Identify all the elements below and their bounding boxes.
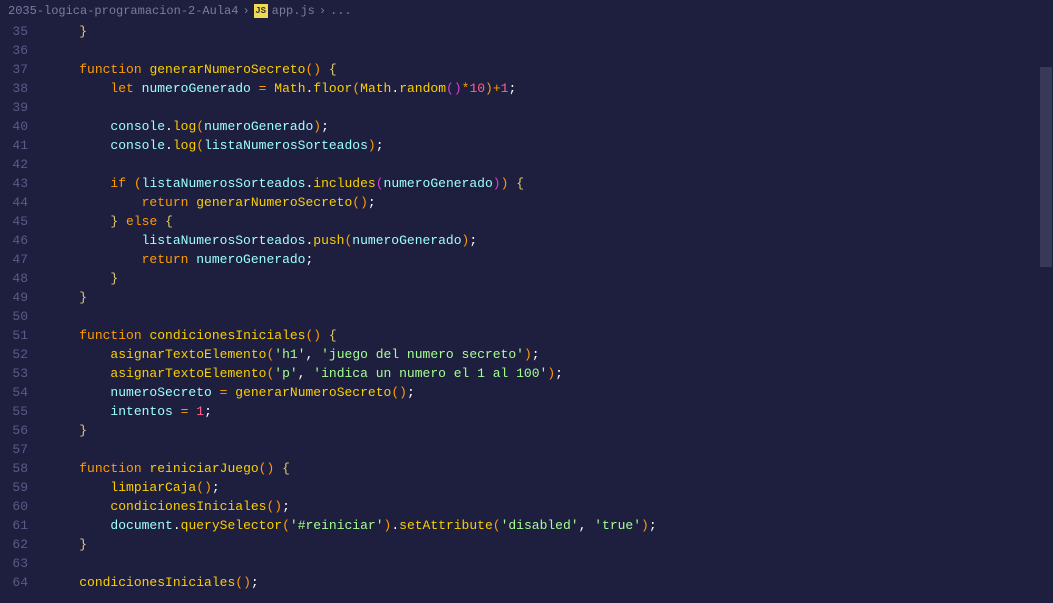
code-line[interactable]: let numeroGenerado = Math.floor(Math.ran… — [48, 79, 1053, 98]
line-number: 53 — [0, 364, 28, 383]
scrollbar-thumb[interactable] — [1040, 67, 1052, 267]
line-number: 47 — [0, 250, 28, 269]
code-line[interactable]: numeroSecreto = generarNumeroSecreto(); — [48, 383, 1053, 402]
line-number: 40 — [0, 117, 28, 136]
line-number: 55 — [0, 402, 28, 421]
code-line[interactable]: console.log(numeroGenerado); — [48, 117, 1053, 136]
line-number: 56 — [0, 421, 28, 440]
line-number: 60 — [0, 497, 28, 516]
line-number: 61 — [0, 516, 28, 535]
code-line[interactable] — [48, 307, 1053, 326]
breadcrumb[interactable]: 2035-logica-programacion-2-Aula4 › JS ap… — [0, 0, 1053, 22]
chevron-right-icon: › — [242, 4, 249, 18]
vertical-scrollbar[interactable] — [1039, 22, 1053, 603]
line-number: 43 — [0, 174, 28, 193]
code-line[interactable]: } — [48, 22, 1053, 41]
line-number: 54 — [0, 383, 28, 402]
code-line[interactable]: asignarTextoElemento('h1', 'juego del nu… — [48, 345, 1053, 364]
line-number-gutter: 3536373839404142434445464748495051525354… — [0, 22, 42, 603]
code-line[interactable]: } — [48, 421, 1053, 440]
code-line[interactable]: function condicionesIniciales() { — [48, 326, 1053, 345]
line-number: 45 — [0, 212, 28, 231]
code-line[interactable]: document.querySelector('#reiniciar').set… — [48, 516, 1053, 535]
line-number: 37 — [0, 60, 28, 79]
line-number: 44 — [0, 193, 28, 212]
breadcrumb-ellipsis[interactable]: ... — [330, 4, 352, 18]
code-line[interactable]: function generarNumeroSecreto() { — [48, 60, 1053, 79]
line-number: 41 — [0, 136, 28, 155]
line-number: 39 — [0, 98, 28, 117]
line-number: 35 — [0, 22, 28, 41]
code-line[interactable]: asignarTextoElemento('p', 'indica un num… — [48, 364, 1053, 383]
line-number: 52 — [0, 345, 28, 364]
js-file-icon: JS — [254, 4, 268, 18]
code-line[interactable]: intentos = 1; — [48, 402, 1053, 421]
code-line[interactable]: condicionesIniciales(); — [48, 573, 1053, 592]
line-number: 36 — [0, 41, 28, 60]
code-line[interactable] — [48, 440, 1053, 459]
code-line[interactable] — [48, 98, 1053, 117]
code-line[interactable] — [48, 155, 1053, 174]
breadcrumb-folder[interactable]: 2035-logica-programacion-2-Aula4 — [8, 4, 238, 18]
line-number: 49 — [0, 288, 28, 307]
line-number: 38 — [0, 79, 28, 98]
line-number: 51 — [0, 326, 28, 345]
code-line[interactable] — [48, 554, 1053, 573]
breadcrumb-file[interactable]: app.js — [272, 4, 315, 18]
line-number: 50 — [0, 307, 28, 326]
code-line[interactable]: return generarNumeroSecreto(); — [48, 193, 1053, 212]
code-line[interactable]: return numeroGenerado; — [48, 250, 1053, 269]
code-line[interactable]: } — [48, 269, 1053, 288]
code-line[interactable]: listaNumerosSorteados.push(numeroGenerad… — [48, 231, 1053, 250]
line-number: 58 — [0, 459, 28, 478]
line-number: 48 — [0, 269, 28, 288]
line-number: 63 — [0, 554, 28, 573]
line-number: 59 — [0, 478, 28, 497]
code-line[interactable] — [48, 41, 1053, 60]
code-line[interactable]: if (listaNumerosSorteados.includes(numer… — [48, 174, 1053, 193]
code-content[interactable]: } function generarNumeroSecreto() { let … — [42, 22, 1053, 603]
code-line[interactable]: } else { — [48, 212, 1053, 231]
code-line[interactable]: } — [48, 288, 1053, 307]
line-number: 46 — [0, 231, 28, 250]
line-number: 64 — [0, 573, 28, 592]
line-number: 62 — [0, 535, 28, 554]
code-line[interactable]: } — [48, 535, 1053, 554]
chevron-right-icon: › — [319, 4, 326, 18]
code-line[interactable]: function reiniciarJuego() { — [48, 459, 1053, 478]
code-line[interactable]: limpiarCaja(); — [48, 478, 1053, 497]
code-line[interactable]: console.log(listaNumerosSorteados); — [48, 136, 1053, 155]
code-line[interactable]: condicionesIniciales(); — [48, 497, 1053, 516]
line-number: 42 — [0, 155, 28, 174]
code-editor[interactable]: 3536373839404142434445464748495051525354… — [0, 22, 1053, 603]
line-number: 57 — [0, 440, 28, 459]
